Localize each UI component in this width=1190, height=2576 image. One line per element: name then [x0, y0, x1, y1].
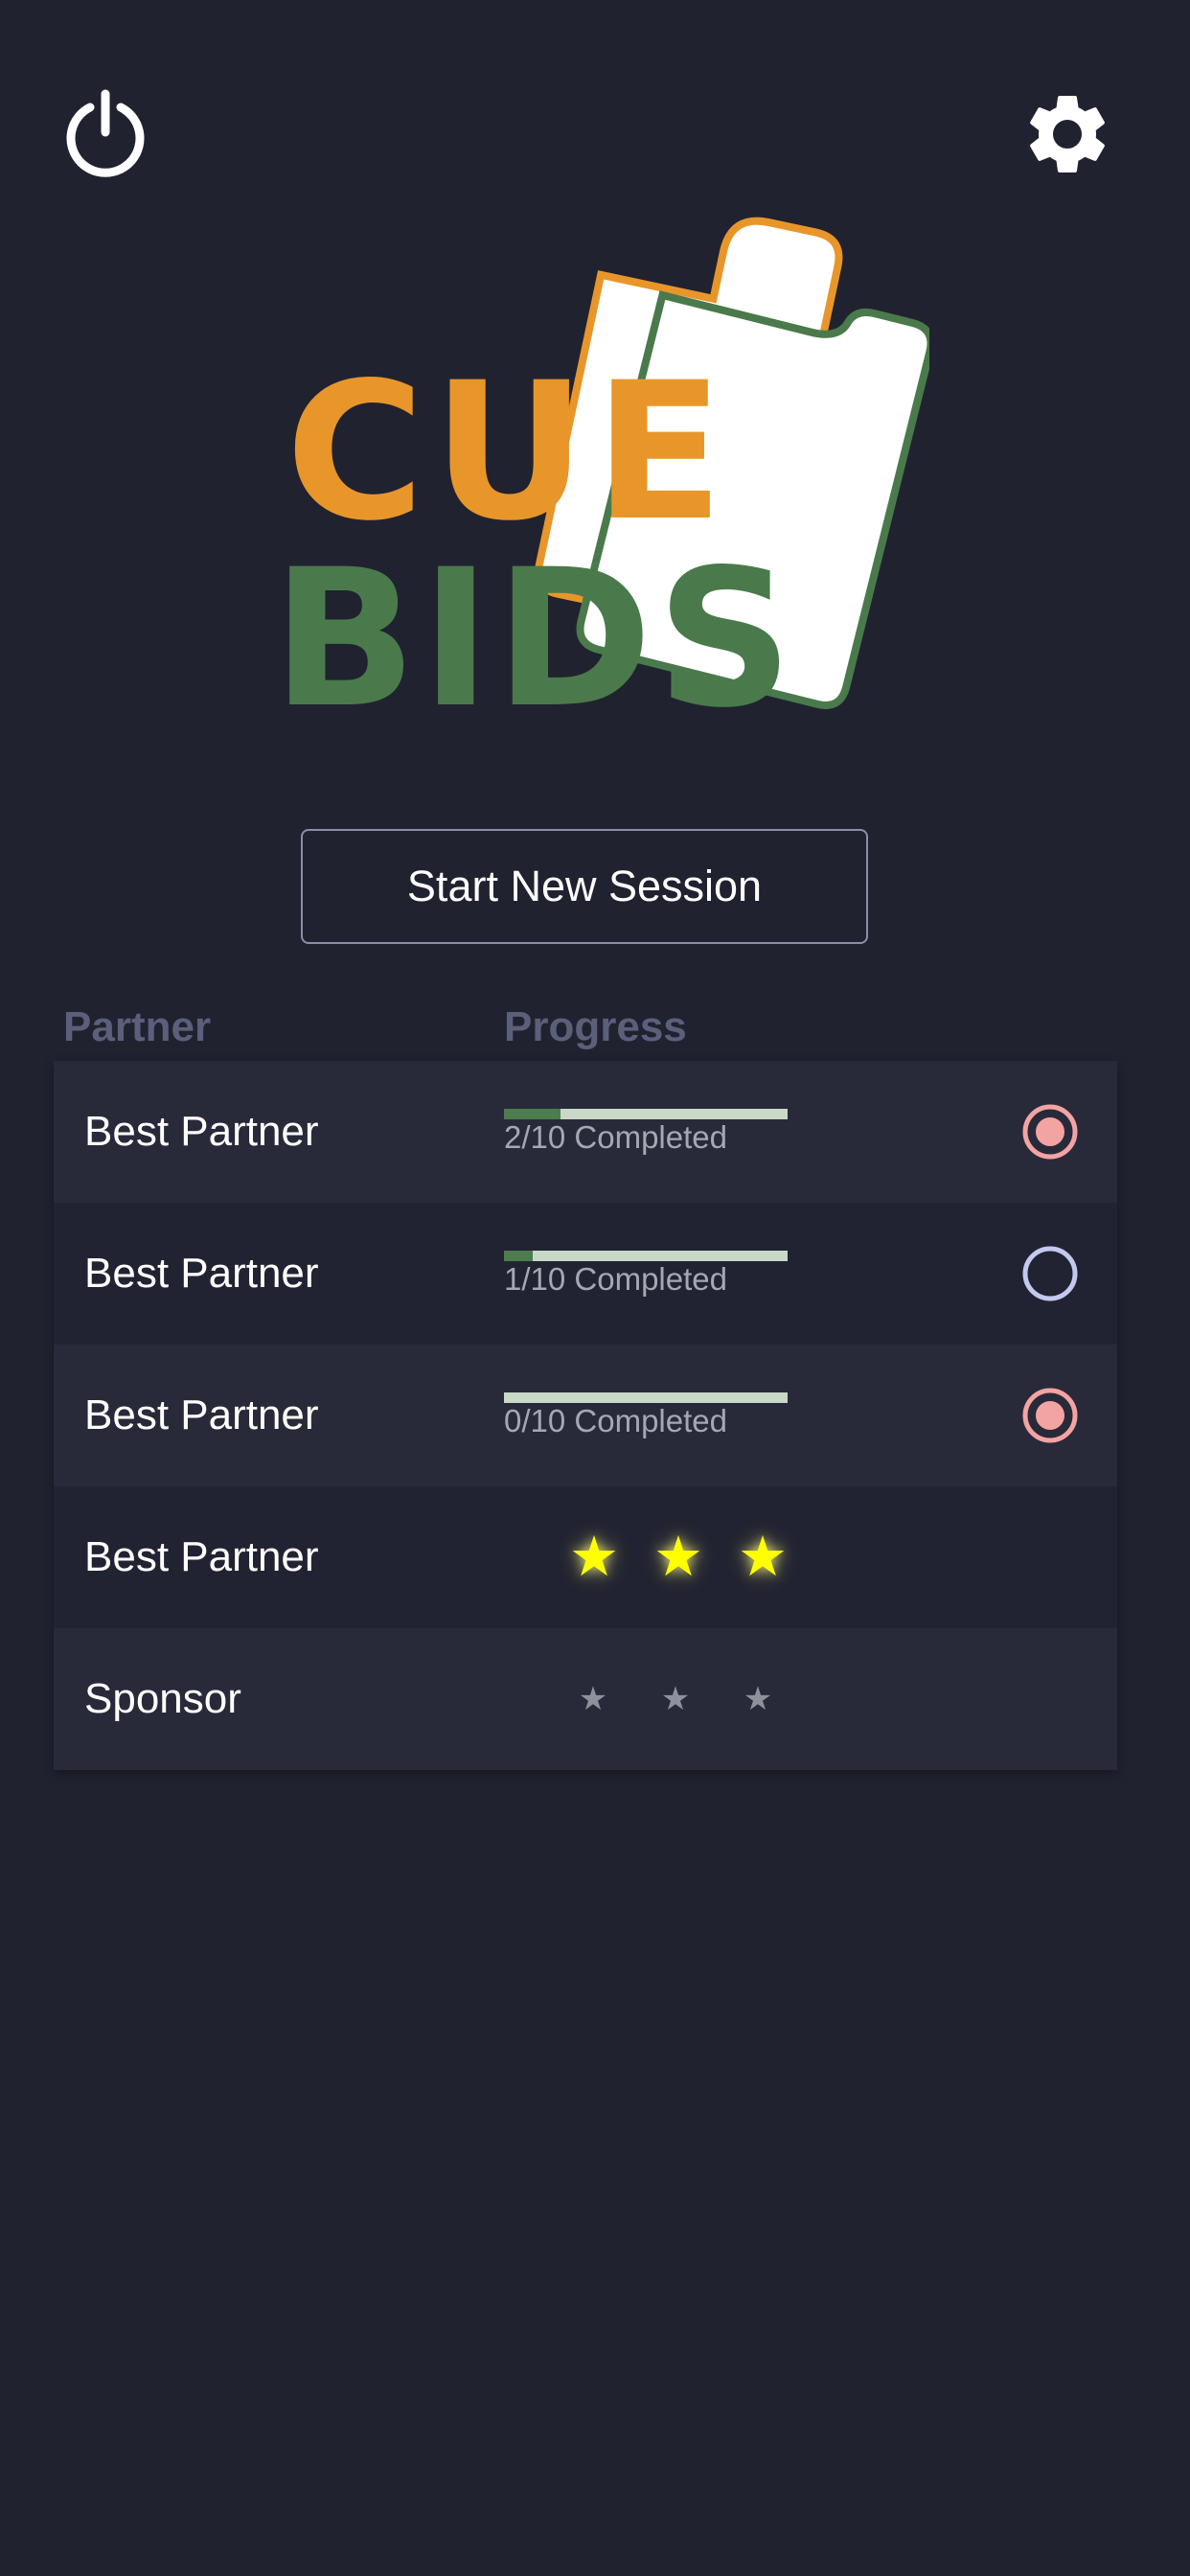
progress-text: 1/10 Completed [504, 1261, 727, 1297]
progress-text: 2/10 Completed [504, 1119, 727, 1155]
star-icon: ★ [660, 1681, 691, 1717]
progress-column-header: Progress [504, 1003, 687, 1050]
start-new-session-button[interactable]: Start New Session [301, 829, 868, 944]
power-button[interactable] [56, 86, 155, 182]
table-row[interactable]: Best Partner 2/10 Completed [54, 1061, 1117, 1203]
partner-name: Best Partner [84, 1533, 319, 1580]
partner-column-header: Partner [63, 1003, 212, 1050]
partner-name: Best Partner [84, 1392, 319, 1438]
star-icon: ★ [653, 1526, 703, 1588]
partner-name: Sponsor [84, 1675, 241, 1722]
power-icon [66, 89, 145, 177]
radio-unselected[interactable] [1021, 1245, 1079, 1302]
settings-button[interactable] [1019, 86, 1115, 182]
progress-indicator: 0/10 Completed [504, 1392, 788, 1439]
progress-indicator: 1/10 Completed [504, 1251, 788, 1298]
progress-bar-fill [504, 1251, 533, 1261]
star-icon: ★ [569, 1526, 619, 1588]
star-rating: ★ ★ ★ [552, 1628, 799, 1770]
radio-unselected-icon [1022, 1246, 1078, 1301]
progress-bar-fill [504, 1109, 561, 1119]
logo-line-bids: BIDS [272, 528, 797, 724]
table-row[interactable]: Sponsor ★ ★ ★ [54, 1628, 1117, 1770]
partner-name: Best Partner [84, 1250, 319, 1297]
radio-selected[interactable] [1021, 1103, 1079, 1161]
progress-bar [504, 1109, 788, 1119]
partner-name: Best Partner [84, 1108, 319, 1155]
partner-table: Best Partner 2/10 Completed Best Partner… [54, 1061, 1117, 1770]
progress-bar [504, 1251, 788, 1261]
table-row[interactable]: Best Partner ★ ★ ★ [54, 1486, 1117, 1628]
radio-selected[interactable] [1021, 1387, 1079, 1444]
app-logo: CUE BIDS [259, 187, 929, 724]
star-icon: ★ [743, 1681, 773, 1717]
table-row[interactable]: Best Partner 0/10 Completed [54, 1345, 1117, 1486]
progress-bar [504, 1392, 788, 1403]
table-row[interactable]: Best Partner 1/10 Completed [54, 1203, 1117, 1345]
gear-icon [1030, 95, 1105, 172]
star-rating: ★ ★ ★ [552, 1486, 805, 1628]
star-icon: ★ [578, 1681, 608, 1717]
star-icon: ★ [738, 1526, 788, 1588]
progress-indicator: 2/10 Completed [504, 1109, 788, 1156]
progress-text: 0/10 Completed [504, 1403, 727, 1438]
radio-selected-icon [1022, 1388, 1078, 1443]
radio-selected-icon [1022, 1104, 1078, 1160]
